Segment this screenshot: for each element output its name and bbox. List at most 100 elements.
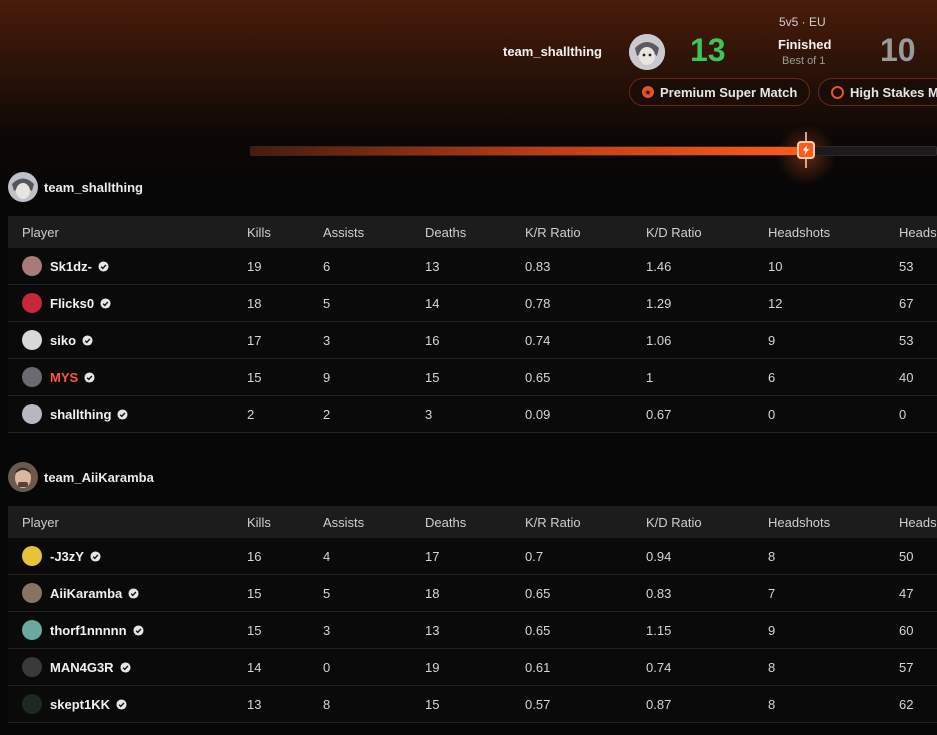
table-row[interactable]: siko 17 3 16 0.74 1.06 9 53 [8,321,937,359]
stat-cell: 0.83 [525,248,646,285]
player-avatar[interactable] [22,330,42,350]
player-name[interactable]: shallthing [50,407,111,422]
player-cell[interactable]: Flicks0 [8,284,247,322]
player-avatar[interactable] [22,583,42,603]
hero-team-name[interactable]: team_shallthing [503,44,602,59]
column-header[interactable]: Headshots [768,506,899,538]
player-cell[interactable]: MAN4G3R [8,648,247,686]
table-row[interactable]: thorf1nnnnn 15 3 13 0.65 1.15 9 60 [8,611,937,649]
column-header[interactable]: Assists [323,216,425,248]
player-avatar[interactable] [22,256,42,276]
stat-cell: 9 [768,611,899,649]
stat-cell: 0.09 [525,395,646,433]
player-cell[interactable]: thorf1nnnnn [8,611,247,649]
table-row[interactable]: MAN4G3R 14 0 19 0.61 0.74 8 57 [8,648,937,686]
table-header-row: Player Kills Assists Deaths K/R Ratio K/D Rat… [8,506,937,538]
hero-team-avatar[interactable] [629,34,665,70]
high-stakes-badge[interactable]: High Stakes M [818,78,937,106]
table-row[interactable]: skept1KK 13 8 15 0.57 0.87 8 62 [8,685,937,723]
stat-cell: 19 [425,648,525,686]
table-row[interactable]: Flicks0 18 5 14 0.78 1.29 12 67 [8,284,937,322]
player-cell[interactable]: skept1KK [8,685,247,723]
premium-super-match-badge[interactable]: ★ Premium Super Match [629,78,810,106]
stat-cell: 40 [899,358,937,396]
table-row[interactable]: shallthing 2 2 3 0.09 0.67 0 0 [8,395,937,433]
team-name: team_AiiKaramba [44,469,154,485]
stat-cell: 3 [323,321,425,359]
player-name[interactable]: siko [50,333,76,348]
player-avatar[interactable] [22,657,42,677]
stat-cell: 14 [247,648,323,686]
column-header[interactable]: Heads [899,506,937,538]
player-avatar[interactable] [22,620,42,640]
player-cell[interactable]: AiiKaramba [8,574,247,612]
column-header[interactable]: Deaths [425,216,525,248]
player-avatar[interactable] [22,404,42,424]
stat-cell: 57 [899,648,937,686]
player-name[interactable]: MAN4G3R [50,660,114,675]
stat-cell: 0.74 [646,648,768,686]
team-header-2[interactable]: team_AiiKaramba [8,462,154,492]
stat-cell: 3 [425,395,525,433]
column-header[interactable]: K/R Ratio [525,216,646,248]
player-cell[interactable]: Sk1dz- [8,248,247,285]
stat-cell: 53 [899,248,937,285]
player-avatar[interactable] [22,293,42,313]
column-header[interactable]: Kills [247,506,323,538]
stat-cell: 0.74 [525,321,646,359]
stat-cell: 16 [247,538,323,575]
stat-cell: 0.57 [525,685,646,723]
table-row[interactable]: -J3zY 16 4 17 0.7 0.94 8 50 [8,538,937,575]
player-name[interactable]: MYS [50,370,78,385]
stat-cell: 0 [768,395,899,433]
table-row[interactable]: Sk1dz- 19 6 13 0.83 1.46 10 53 [8,248,937,285]
stat-cell: 67 [899,284,937,322]
stat-cell: 0.61 [525,648,646,686]
stat-cell: 53 [899,321,937,359]
player-cell[interactable]: siko [8,321,247,359]
player-avatar[interactable] [22,694,42,714]
player-cell[interactable]: shallthing [8,395,247,433]
player-cell[interactable]: MYS [8,358,247,396]
player-avatar[interactable] [22,546,42,566]
stat-cell: 5 [323,284,425,322]
score-left: 13 [690,32,726,68]
column-header[interactable]: Deaths [425,506,525,538]
player-name[interactable]: AiiKaramba [50,586,122,601]
player-name[interactable]: Sk1dz- [50,259,92,274]
verified-icon [100,297,111,309]
team-name: team_shallthing [44,179,143,195]
player-name[interactable]: -J3zY [50,549,84,564]
player-cell[interactable]: -J3zY [8,538,247,575]
stat-cell: 2 [247,395,323,433]
column-header[interactable]: Headshots [768,216,899,248]
stat-cell: 0 [323,648,425,686]
column-header[interactable]: K/R Ratio [525,506,646,538]
stat-cell: 8 [323,685,425,723]
player-name[interactable]: thorf1nnnnn [50,623,127,638]
column-header[interactable]: Player [8,216,247,248]
stat-cell: 3 [323,611,425,649]
column-header[interactable]: Heads [899,216,937,248]
badge-label: High Stakes M [850,84,937,100]
table-row[interactable]: MYS 15 9 15 0.65 1 6 40 [8,358,937,396]
column-header[interactable]: Kills [247,216,323,248]
player-avatar[interactable] [22,367,42,387]
player-name[interactable]: Flicks0 [50,296,94,311]
table-row[interactable]: AiiKaramba 15 5 18 0.65 0.83 7 47 [8,574,937,612]
team-header-1[interactable]: team_shallthing [8,172,143,202]
verified-icon [116,698,127,710]
stat-cell: 0.7 [525,538,646,575]
column-header[interactable]: K/D Ratio [646,506,768,538]
stat-cell: 15 [247,574,323,612]
stat-cell: 13 [425,611,525,649]
team-1-scoreboard: Player Kills Assists Deaths K/R Ratio K/D Rat… [8,216,937,433]
stat-cell: 0.87 [646,685,768,723]
column-header[interactable]: K/D Ratio [646,216,768,248]
stat-cell: 17 [425,538,525,575]
column-header[interactable]: Player [8,506,247,538]
column-header[interactable]: Assists [323,506,425,538]
verified-icon [120,661,131,673]
stat-cell: 6 [768,358,899,396]
player-name[interactable]: skept1KK [50,697,110,712]
